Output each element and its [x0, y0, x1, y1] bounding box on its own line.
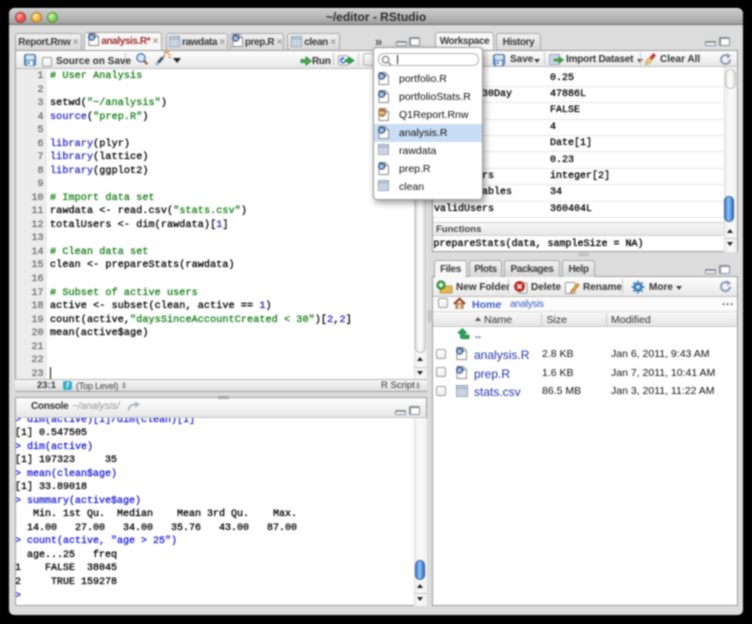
svg-text:Rn: Rn: [379, 111, 385, 116]
